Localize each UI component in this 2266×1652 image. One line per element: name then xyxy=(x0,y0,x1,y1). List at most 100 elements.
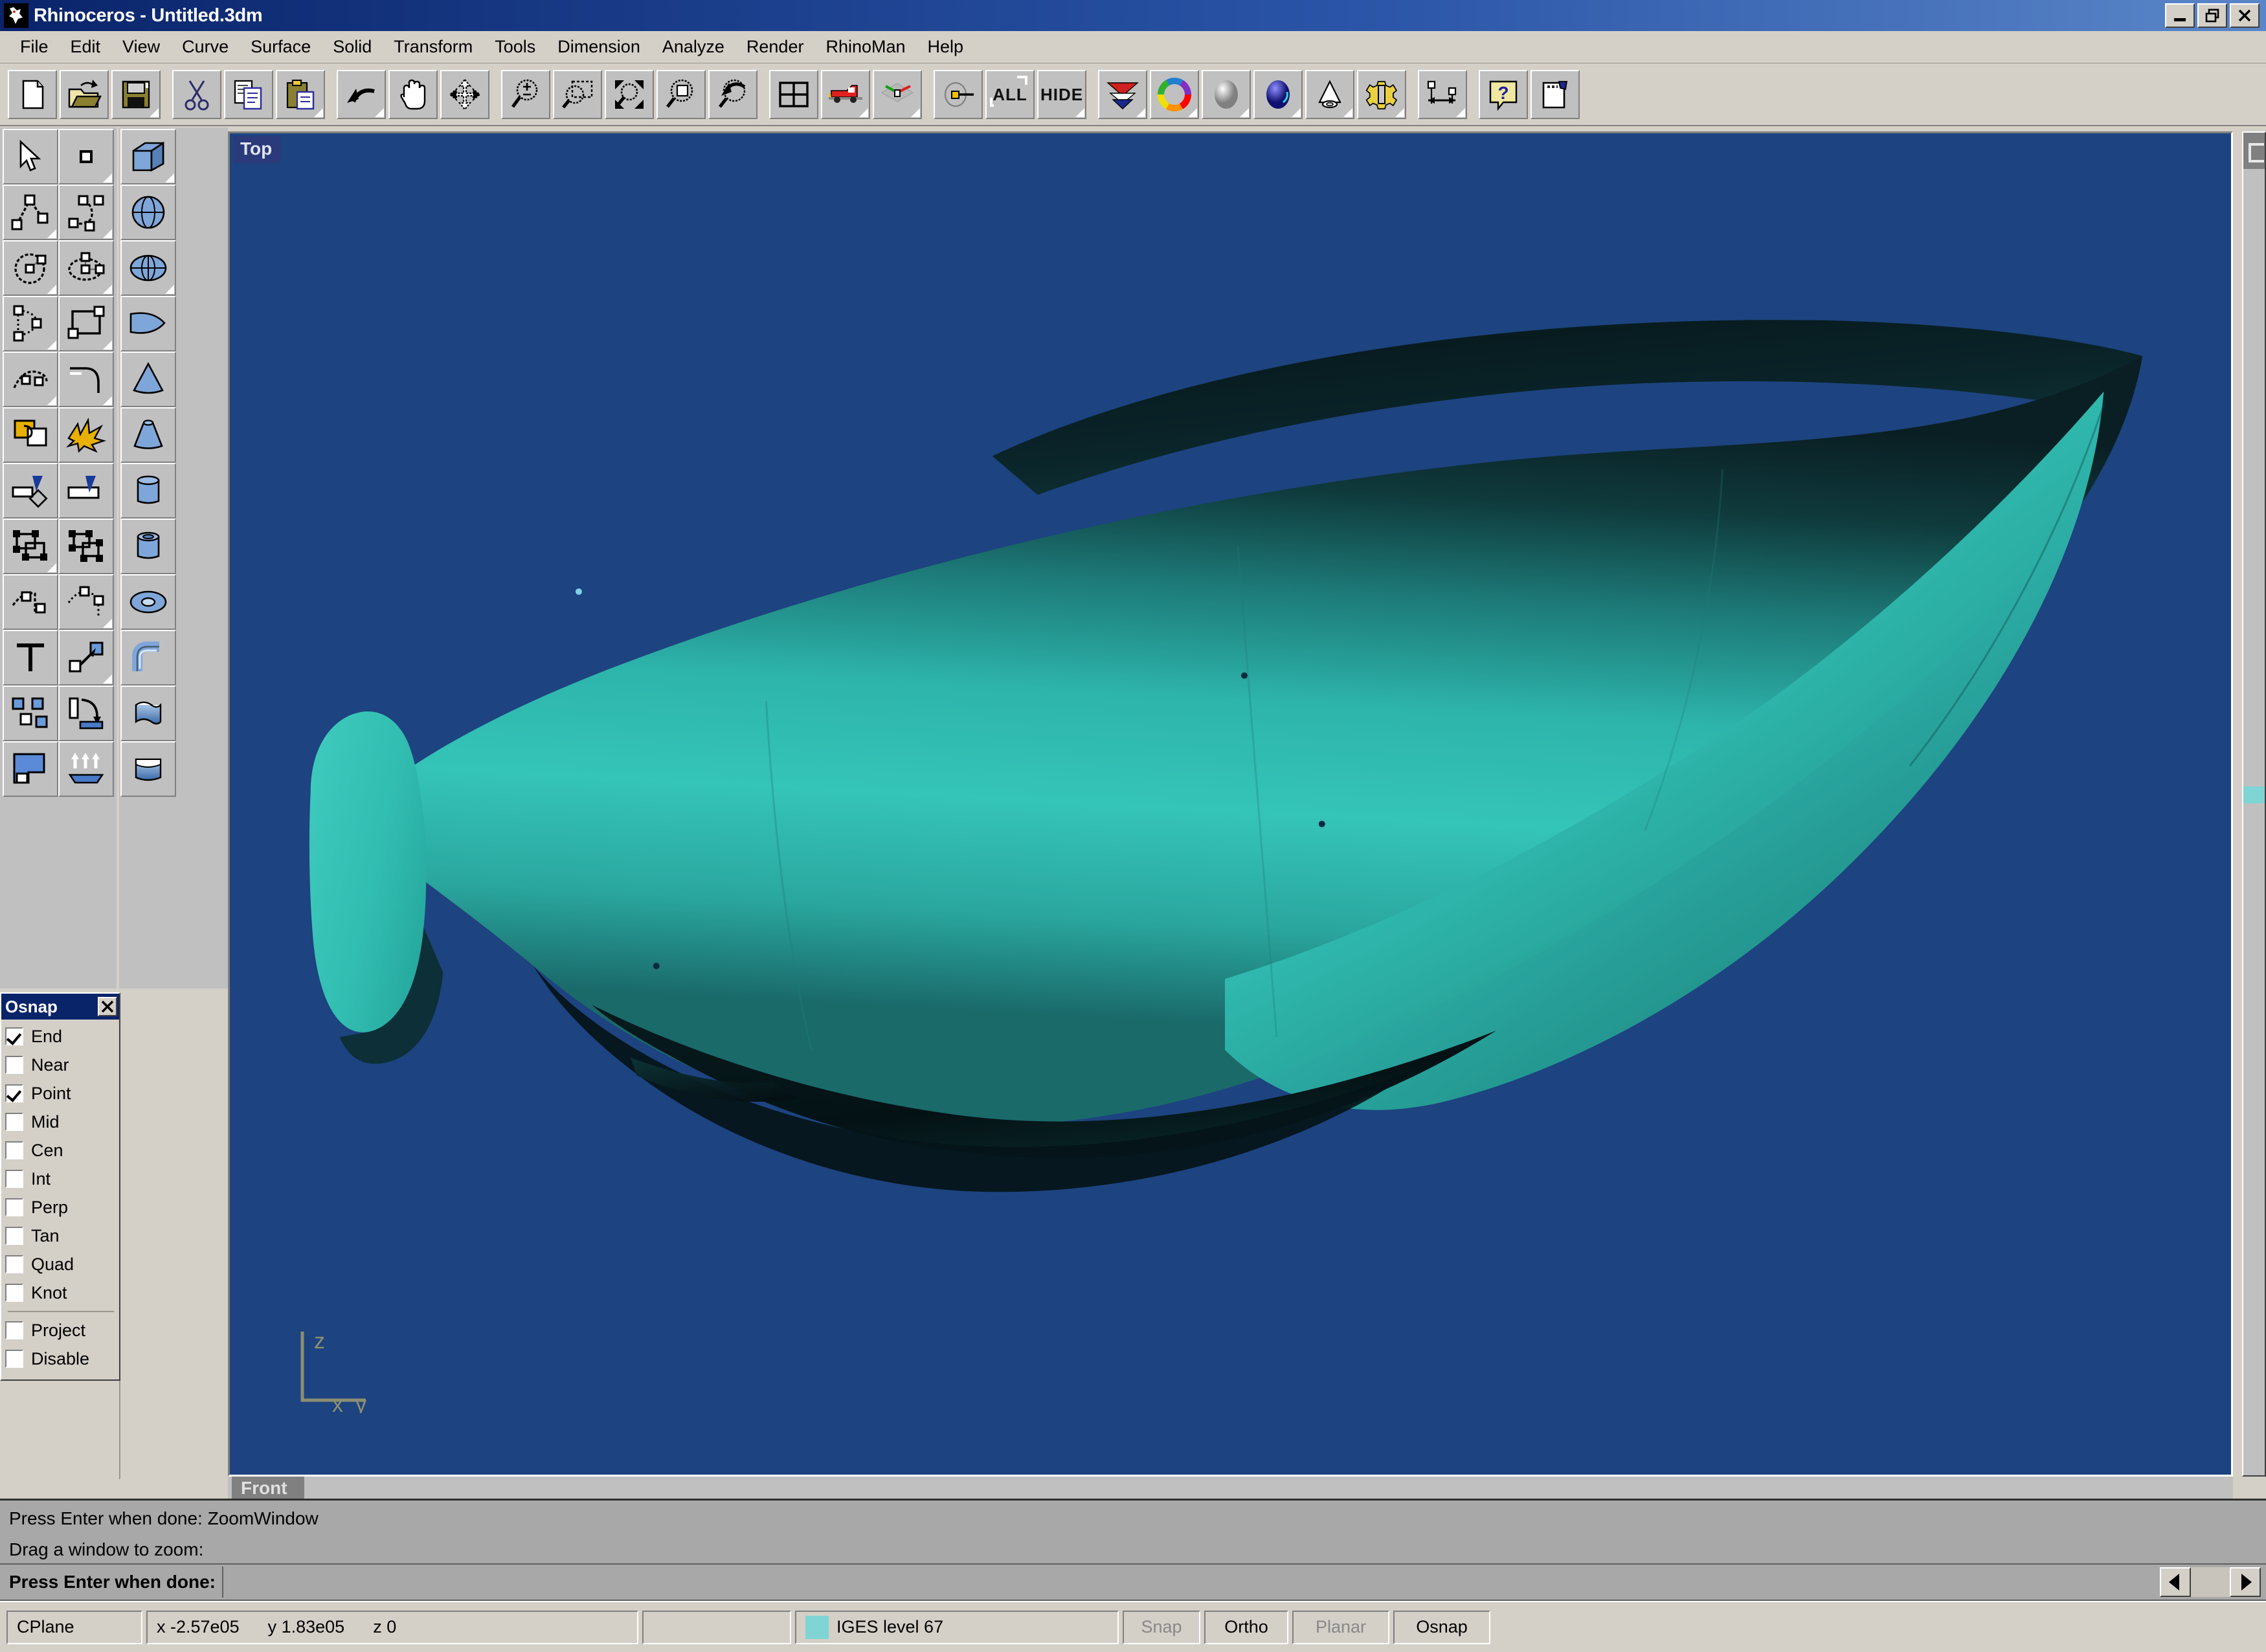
cut-button[interactable] xyxy=(172,70,221,119)
save-file-button[interactable] xyxy=(111,70,161,119)
rebuild-curve-button[interactable] xyxy=(58,574,114,630)
truncated-cone-button[interactable] xyxy=(120,407,176,463)
ellipse-tool-button[interactable] xyxy=(58,240,114,296)
group-button[interactable] xyxy=(3,519,58,574)
options-button[interactable] xyxy=(1357,70,1406,119)
polyline-tool-button[interactable] xyxy=(3,184,58,240)
osnap-option-point[interactable]: Point xyxy=(5,1079,119,1108)
restore-button[interactable] xyxy=(2197,3,2227,28)
viewport-label-top[interactable]: Top xyxy=(234,136,281,163)
scale-button[interactable] xyxy=(58,630,114,686)
menu-item-surface[interactable]: Surface xyxy=(240,36,322,58)
osnap-option-tan[interactable]: Tan xyxy=(5,1222,119,1250)
show-objects-button[interactable] xyxy=(934,70,983,119)
rotate-button[interactable] xyxy=(58,686,114,741)
extrude-up-button[interactable] xyxy=(58,741,114,797)
zoom-selected-button[interactable] xyxy=(656,70,706,119)
osnap-checkbox-point[interactable] xyxy=(5,1084,23,1102)
osnap-checkbox-knot[interactable] xyxy=(5,1284,23,1302)
menu-item-view[interactable]: View xyxy=(111,36,171,58)
surface-from-curves-button[interactable] xyxy=(3,407,58,463)
render-preview-button[interactable] xyxy=(1253,70,1303,119)
scroll-left-arrow-icon[interactable] xyxy=(2160,1567,2191,1597)
zoom-previous-button[interactable] xyxy=(708,70,757,119)
zoom-window-button[interactable] xyxy=(553,70,602,119)
menu-item-dimension[interactable]: Dimension xyxy=(546,36,651,58)
paraboloid-solid-button[interactable] xyxy=(120,296,176,352)
torus-solid-button[interactable] xyxy=(120,574,176,630)
ungroup-button[interactable] xyxy=(58,519,114,574)
osnap-checkbox-near[interactable] xyxy=(5,1056,23,1074)
color-button[interactable] xyxy=(1150,70,1199,119)
tube-solid-button[interactable] xyxy=(120,519,176,574)
snap-toggle[interactable]: Snap xyxy=(1123,1611,1200,1644)
menu-item-curve[interactable]: Curve xyxy=(171,36,240,58)
cplane-button[interactable] xyxy=(873,70,922,119)
osnap-checkbox-disable[interactable] xyxy=(5,1350,23,1368)
shade-button[interactable] xyxy=(1202,70,1251,119)
osnap-checkbox-cen[interactable] xyxy=(5,1141,23,1159)
viewport-tab-front[interactable]: Front xyxy=(232,1477,304,1499)
lights-button[interactable] xyxy=(1305,70,1354,119)
split-button[interactable] xyxy=(58,463,114,519)
properties-button[interactable] xyxy=(1531,70,1580,119)
zoom-in-out-button[interactable] xyxy=(501,70,550,119)
explode-button[interactable] xyxy=(58,407,114,463)
scrollbar-track[interactable] xyxy=(2191,1567,2230,1597)
control-points-button[interactable] xyxy=(3,574,58,630)
menu-item-file[interactable]: File xyxy=(9,36,60,58)
ellipsoid-solid-button[interactable] xyxy=(120,240,176,296)
array-button[interactable] xyxy=(3,686,58,741)
menu-item-rhinoman[interactable]: RhinoMan xyxy=(814,36,916,58)
dimension-button[interactable] xyxy=(1418,70,1467,119)
select-all-button[interactable]: ALL xyxy=(985,70,1035,119)
menu-item-edit[interactable]: Edit xyxy=(60,36,112,58)
circle-tool-button[interactable] xyxy=(3,240,58,296)
open-file-button[interactable] xyxy=(60,70,109,119)
extrude-curve-solid-button[interactable] xyxy=(120,686,176,741)
close-button[interactable] xyxy=(2230,3,2260,28)
menu-item-analyze[interactable]: Analyze xyxy=(651,36,735,58)
menu-item-solid[interactable]: Solid xyxy=(322,36,383,58)
osnap-checkbox-tan[interactable] xyxy=(5,1227,23,1245)
command-input[interactable] xyxy=(222,1567,2160,1598)
text-tool-button[interactable] xyxy=(3,630,58,686)
undo-button[interactable] xyxy=(337,70,386,119)
minimize-button[interactable] xyxy=(2165,3,2195,28)
ortho-toggle[interactable]: Ortho xyxy=(1204,1611,1288,1644)
cplane-field[interactable]: CPlane xyxy=(6,1611,142,1644)
right-side-panel[interactable] xyxy=(2242,131,2266,1477)
planar-toggle[interactable]: Planar xyxy=(1292,1611,1389,1644)
cone-solid-button[interactable] xyxy=(120,352,176,407)
osnap-option-quad[interactable]: Quad xyxy=(5,1250,119,1278)
layers-button[interactable] xyxy=(1098,70,1147,119)
osnap-option-near[interactable]: Near xyxy=(5,1051,119,1079)
copy-button[interactable] xyxy=(224,70,273,119)
osnap-option-int[interactable]: Int xyxy=(5,1165,119,1193)
command-scrollbar[interactable] xyxy=(2160,1567,2261,1597)
paste-button[interactable] xyxy=(276,70,325,119)
osnap-checkbox-quad[interactable] xyxy=(5,1255,23,1273)
help-button[interactable]: ? xyxy=(1479,70,1528,119)
osnap-checkbox-project[interactable] xyxy=(5,1321,23,1339)
menu-item-render[interactable]: Render xyxy=(735,36,815,58)
cylinder-solid-button[interactable] xyxy=(120,463,176,519)
extrude-surface-solid-button[interactable] xyxy=(120,741,176,797)
right-panel-layer-item[interactable] xyxy=(2243,787,2266,803)
hide-objects-button[interactable]: HIDE xyxy=(1037,70,1086,119)
osnap-option-knot[interactable]: Knot xyxy=(5,1278,119,1307)
new-file-button[interactable] xyxy=(8,70,57,119)
osnap-checkbox-end[interactable] xyxy=(5,1027,23,1045)
pan-button[interactable] xyxy=(388,70,438,119)
scroll-right-arrow-icon[interactable] xyxy=(2230,1567,2261,1597)
box-solid-button[interactable] xyxy=(120,129,176,184)
move-button[interactable] xyxy=(440,70,489,119)
arc-tool-button[interactable] xyxy=(3,296,58,352)
render-truck-button[interactable] xyxy=(821,70,870,119)
osnap-option-end[interactable]: End xyxy=(5,1022,119,1051)
select-tool-button[interactable] xyxy=(3,129,58,184)
curve-tool-button[interactable] xyxy=(58,184,114,240)
menu-item-tools[interactable]: Tools xyxy=(484,36,546,58)
osnap-toggle[interactable]: Osnap xyxy=(1393,1611,1490,1644)
osnap-option-perp[interactable]: Perp xyxy=(5,1193,119,1222)
